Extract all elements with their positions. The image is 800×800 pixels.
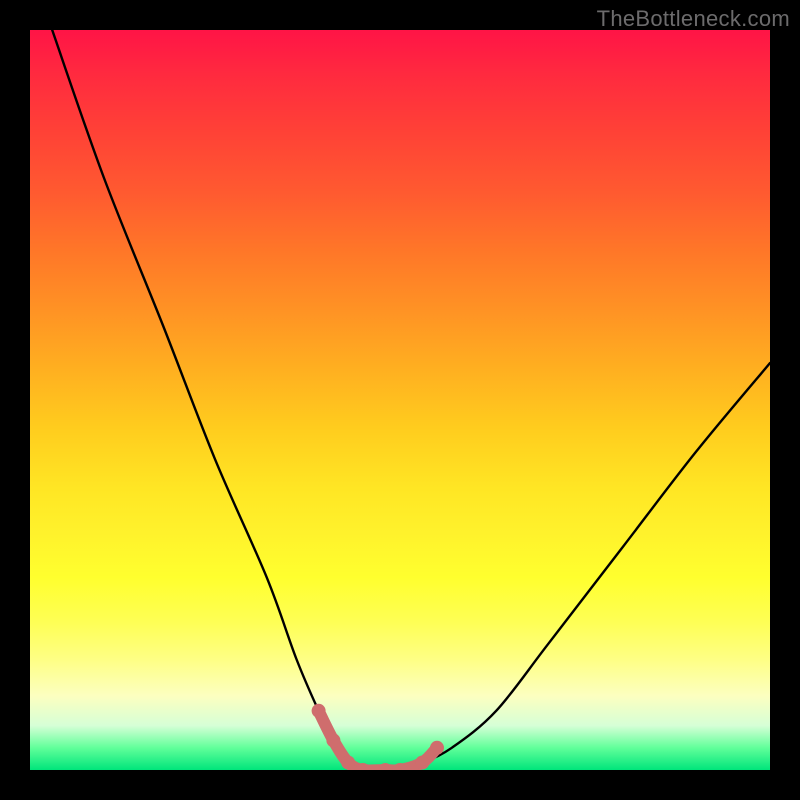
plot-background bbox=[30, 30, 770, 770]
chart-frame: TheBottleneck.com bbox=[0, 0, 800, 800]
watermark: TheBottleneck.com bbox=[597, 6, 790, 32]
